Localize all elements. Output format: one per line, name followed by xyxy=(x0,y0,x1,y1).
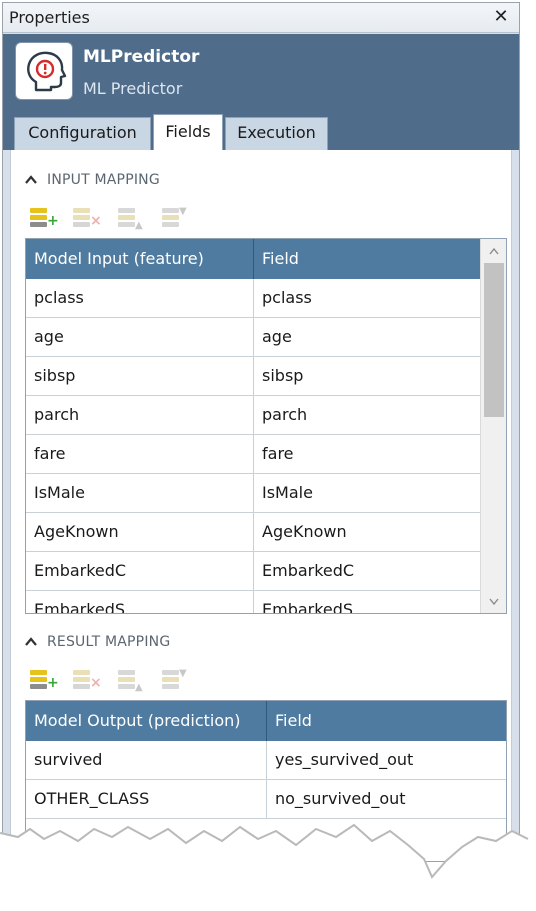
table-row[interactable]: fare fare xyxy=(26,435,481,474)
table-row[interactable]: IsMale IsMale xyxy=(26,474,481,513)
move-up-icon[interactable]: ▼ xyxy=(161,668,189,692)
field-cell[interactable]: no_survived_out xyxy=(267,780,506,819)
result-mapping-title: RESULT MAPPING xyxy=(47,634,171,650)
tab-execution[interactable]: Execution xyxy=(225,117,328,150)
field-cell[interactable]: EmbarkedS xyxy=(254,591,481,613)
scroll-down-icon[interactable] xyxy=(481,591,506,611)
move-down-icon[interactable]: ▲ xyxy=(117,668,145,693)
tab-fields[interactable]: Fields xyxy=(153,114,223,150)
table-row[interactable]: sibsp sibsp xyxy=(26,357,481,396)
tool-type: ML Predictor xyxy=(83,79,183,98)
fields-tab-content: INPUT MAPPING + × ▲ ▼ Model Input (featu… xyxy=(10,150,512,861)
tab-bar: Configuration Fields Execution xyxy=(3,106,519,150)
column-header-field[interactable]: Field xyxy=(267,701,506,741)
table-row[interactable]: pclass pclass xyxy=(26,279,481,318)
column-header-model-output[interactable]: Model Output (prediction) xyxy=(26,701,267,741)
model-input-cell[interactable]: AgeKnown xyxy=(26,513,254,552)
delete-row-icon[interactable]: × xyxy=(72,206,102,230)
input-mapping-title: INPUT MAPPING xyxy=(47,172,160,188)
field-cell[interactable]: EmbarkedC xyxy=(254,552,481,591)
column-header-field[interactable]: Field xyxy=(254,239,481,279)
model-input-cell[interactable]: EmbarkedC xyxy=(26,552,254,591)
scrollbar-thumb[interactable] xyxy=(484,263,504,417)
grid-header: Model Input (feature) Field xyxy=(26,239,481,279)
model-output-cell[interactable]: OTHER_CLASS xyxy=(26,780,267,819)
collapse-chevron-icon[interactable] xyxy=(25,173,39,188)
table-row[interactable]: AgeKnown AgeKnown xyxy=(26,513,481,552)
move-up-icon[interactable]: ▼ xyxy=(161,206,189,230)
field-cell[interactable]: pclass xyxy=(254,279,481,318)
ml-head-icon xyxy=(15,42,73,100)
field-cell[interactable]: sibsp xyxy=(254,357,481,396)
grid-header: Model Output (prediction) Field xyxy=(26,701,506,741)
model-input-cell[interactable]: IsMale xyxy=(26,474,254,513)
column-header-model-input[interactable]: Model Input (feature) xyxy=(26,239,254,279)
table-row[interactable]: OTHER_CLASS no_survived_out xyxy=(26,780,506,819)
add-row-icon[interactable]: + xyxy=(29,206,59,230)
model-input-cell[interactable]: age xyxy=(26,318,254,357)
vertical-scrollbar[interactable] xyxy=(480,239,506,613)
field-cell[interactable]: age xyxy=(254,318,481,357)
input-mapping-header[interactable]: INPUT MAPPING xyxy=(25,172,160,188)
model-input-cell[interactable]: pclass xyxy=(26,279,254,318)
panel-titlebar: Properties ✕ xyxy=(3,3,519,33)
result-mapping-header[interactable]: RESULT MAPPING xyxy=(25,634,170,650)
tool-name: MLPredictor xyxy=(83,47,200,67)
close-icon[interactable]: ✕ xyxy=(491,6,511,28)
field-cell[interactable]: yes_survived_out xyxy=(267,741,506,780)
tab-configuration[interactable]: Configuration xyxy=(14,117,151,150)
panel-title: Properties xyxy=(9,8,90,27)
field-cell[interactable]: parch xyxy=(254,396,481,435)
move-down-icon[interactable]: ▲ xyxy=(117,206,145,231)
torn-edge-decoration xyxy=(0,823,536,911)
input-mapping-grid: Model Input (feature) Field pclass pclas… xyxy=(25,238,507,614)
table-row[interactable]: parch parch xyxy=(26,396,481,435)
add-row-icon[interactable]: + xyxy=(29,668,59,692)
field-cell[interactable]: AgeKnown xyxy=(254,513,481,552)
table-row[interactable]: EmbarkedS EmbarkedS xyxy=(26,591,481,613)
table-row[interactable]: EmbarkedC EmbarkedC xyxy=(26,552,481,591)
field-cell[interactable]: fare xyxy=(254,435,481,474)
model-input-cell[interactable]: fare xyxy=(26,435,254,474)
model-input-cell[interactable]: EmbarkedS xyxy=(26,591,254,613)
collapse-chevron-icon[interactable] xyxy=(25,635,39,650)
model-output-cell[interactable]: survived xyxy=(26,741,267,780)
properties-panel: Properties ✕ MLPredictor ML Predictor Co… xyxy=(2,2,520,862)
scroll-up-icon[interactable] xyxy=(481,241,506,261)
tool-header: MLPredictor ML Predictor xyxy=(3,34,519,106)
delete-row-icon[interactable]: × xyxy=(72,668,102,692)
table-row[interactable]: survived yes_survived_out xyxy=(26,741,506,780)
table-row[interactable]: age age xyxy=(26,318,481,357)
model-input-cell[interactable]: sibsp xyxy=(26,357,254,396)
model-input-cell[interactable]: parch xyxy=(26,396,254,435)
field-cell[interactable]: IsMale xyxy=(254,474,481,513)
